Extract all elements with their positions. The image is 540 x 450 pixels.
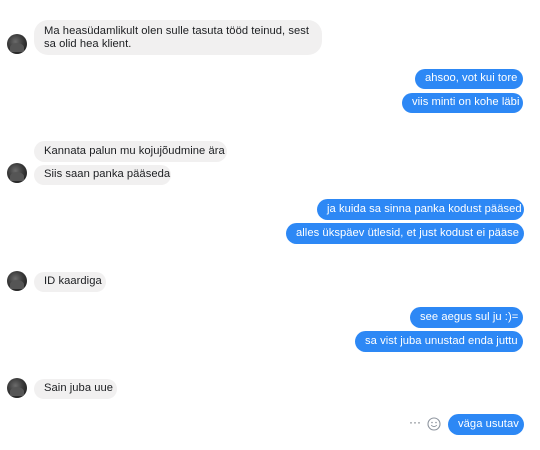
- outgoing-message[interactable]: sa vist juba unustad enda juttu: [355, 331, 523, 352]
- more-options-icon[interactable]: ···: [409, 416, 423, 428]
- message-text-line: sa olid hea klient.: [44, 38, 132, 50]
- emoji-reaction-icon[interactable]: [427, 417, 441, 431]
- incoming-message[interactable]: Siis saan panka pääseda: [34, 165, 171, 185]
- contact-avatar[interactable]: [7, 163, 27, 183]
- contact-avatar[interactable]: [7, 271, 27, 291]
- outgoing-message[interactable]: ja kuida sa sinna panka kodust pääsed: [317, 199, 524, 220]
- outgoing-message[interactable]: väga usutav: [448, 414, 524, 435]
- incoming-message[interactable]: ID kaardiga: [34, 272, 106, 292]
- message-text-line: Ma heasüdamlikult olen sulle tasuta tööd…: [44, 25, 310, 37]
- incoming-message[interactable]: Kannata palun mu kojujõudmine ära: [34, 141, 227, 162]
- contact-avatar[interactable]: [7, 34, 27, 54]
- incoming-message[interactable]: Sain juba uue: [34, 379, 117, 399]
- contact-avatar[interactable]: [7, 378, 27, 398]
- outgoing-message[interactable]: viis minti on kohe läbi: [402, 93, 523, 113]
- outgoing-message[interactable]: ahsoo, vot kui tore: [415, 69, 523, 89]
- outgoing-message[interactable]: see aegus sul ju :)=: [410, 307, 523, 328]
- incoming-message[interactable]: Ma heasüdamlikult olen sulle tasuta tööd…: [34, 20, 322, 55]
- outgoing-message[interactable]: alles ükspäev ütlesid, et just kodust ei…: [286, 223, 524, 244]
- message-thread: Ma heasüdamlikult olen sulle tasuta tööd…: [0, 0, 540, 450]
